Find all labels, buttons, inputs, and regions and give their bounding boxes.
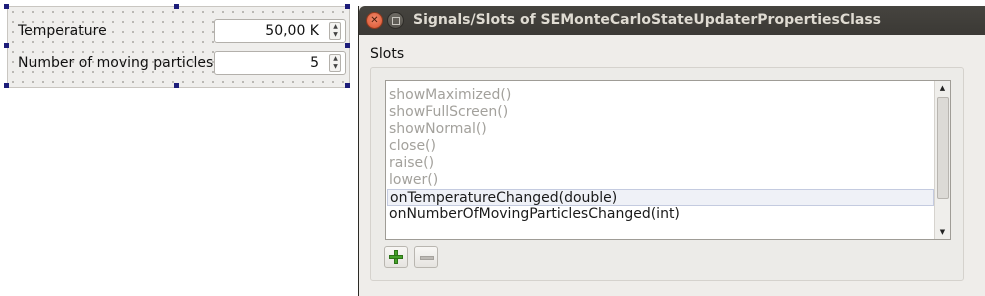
dialog-title: Signals/Slots of SEMonteCarloStateUpdate… — [413, 12, 882, 28]
slots-list[interactable]: showMaximized() showFullScreen() showNor… — [385, 80, 951, 240]
resize-handle[interactable] — [345, 83, 350, 88]
scroll-down-icon[interactable]: ▼ — [935, 225, 950, 239]
list-item[interactable]: showMaximized() — [387, 87, 934, 104]
temperature-stepper[interactable]: ▲ ▼ — [329, 22, 341, 40]
signals-slots-dialog: ✕ Signals/Slots of SEMonteCarloStateUpda… — [358, 6, 985, 296]
particles-spinbox[interactable]: 5 ▲ ▼ — [214, 51, 346, 75]
resize-handle[interactable] — [345, 4, 350, 9]
arrow-up-icon[interactable]: ▲ — [331, 23, 340, 31]
list-item[interactable]: raise() — [387, 155, 934, 172]
particles-value: 5 — [310, 55, 319, 71]
designer-form: Temperature 50,00 K ▲ ▼ Number of moving… — [7, 6, 350, 88]
particles-stepper[interactable]: ▲ ▼ — [329, 54, 341, 72]
arrow-down-icon[interactable]: ▼ — [331, 31, 340, 39]
arrow-down-icon[interactable]: ▼ — [331, 63, 340, 71]
minus-icon — [420, 256, 434, 260]
temperature-spinbox[interactable]: 50,00 K ▲ ▼ — [214, 19, 346, 43]
list-item[interactable]: onNumberOfMovingParticlesChanged(int) — [387, 206, 934, 223]
list-item[interactable]: lower() — [387, 172, 934, 189]
resize-handle[interactable] — [345, 43, 350, 48]
resize-handle[interactable] — [174, 83, 179, 88]
resize-handle[interactable] — [4, 83, 9, 88]
arrow-up-icon[interactable]: ▲ — [331, 55, 340, 63]
list-item[interactable]: showNormal() — [387, 121, 934, 138]
slots-group-title: Slots — [370, 46, 405, 62]
close-button[interactable]: ✕ — [366, 12, 383, 29]
remove-slot-button[interactable] — [414, 246, 438, 268]
list-item[interactable]: showFullScreen() — [387, 104, 934, 121]
resize-handle[interactable] — [4, 4, 9, 9]
add-slot-button[interactable] — [384, 246, 408, 268]
list-item[interactable]: close() — [387, 138, 934, 155]
scroll-up-icon[interactable]: ▲ — [935, 81, 950, 95]
scrollbar-thumb[interactable] — [937, 97, 949, 199]
resize-handle[interactable] — [4, 43, 9, 48]
close-icon: ✕ — [370, 15, 379, 26]
list-item-selected[interactable]: onTemperatureChanged(double) — [387, 189, 934, 206]
minimize-button[interactable] — [387, 12, 404, 29]
particles-label: Number of moving particles — [18, 55, 214, 71]
vertical-scrollbar[interactable]: ▲ ▼ — [934, 81, 950, 239]
title-bar[interactable]: ✕ Signals/Slots of SEMonteCarloStateUpda… — [359, 6, 985, 35]
plus-icon — [389, 250, 403, 264]
resize-handle[interactable] — [174, 4, 179, 9]
temperature-label: Temperature — [18, 23, 107, 39]
temperature-value: 50,00 K — [265, 23, 319, 39]
